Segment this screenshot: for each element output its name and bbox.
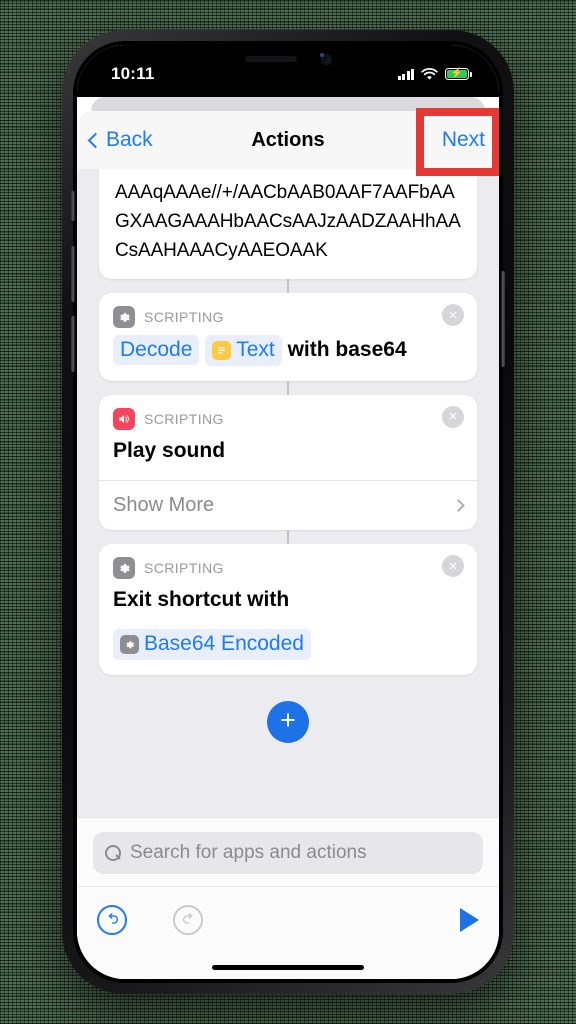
power-button[interactable] bbox=[501, 271, 505, 367]
actions-editor-content: AAFSAAH9AAF4AAKYAACcAAHsAAAIAAAqAAAe//+/… bbox=[77, 169, 499, 979]
action-card-decode[interactable]: SCRIPTING × Decode Text with base64 bbox=[99, 293, 477, 381]
text-content-card[interactable]: AAFSAAH9AAF4AAKYAACcAAHsAAAIAAAqAAAe//+/… bbox=[99, 169, 477, 279]
action-connector-line bbox=[287, 530, 289, 545]
play-triangle-icon[interactable] bbox=[460, 907, 479, 932]
wifi-icon bbox=[421, 67, 438, 80]
action-category-label: SCRIPTING bbox=[144, 560, 224, 577]
gear-icon bbox=[120, 635, 139, 655]
chevron-left-icon bbox=[87, 132, 104, 148]
device-bezel: 10:11 ⚡ Back Actions Next AAAqAAAe//+/AA… bbox=[71, 41, 505, 983]
show-more-button[interactable]: Show More bbox=[99, 481, 477, 530]
navigation-bar: Back Actions Next bbox=[77, 108, 499, 176]
redo-arrow-icon bbox=[173, 904, 203, 935]
device-notch bbox=[208, 45, 368, 73]
speaker-wave-icon bbox=[113, 407, 135, 430]
action-variable-row: Base64 Encoded bbox=[99, 629, 477, 674]
action-header: SCRIPTING × bbox=[99, 544, 477, 580]
volume-up-button[interactable] bbox=[71, 246, 75, 302]
with-base64-label: with base64 bbox=[287, 338, 407, 361]
back-button[interactable]: Back bbox=[87, 128, 153, 152]
remove-action-button[interactable]: × bbox=[442, 304, 464, 326]
volume-down-button[interactable] bbox=[71, 316, 75, 372]
action-category-label: SCRIPTING bbox=[144, 410, 224, 427]
search-icon bbox=[105, 845, 121, 861]
decode-label: Decode bbox=[120, 338, 193, 361]
action-title-row: Decode Text with base64 bbox=[99, 328, 477, 381]
back-button-label: Back bbox=[106, 128, 153, 151]
search-container: Search for apps and actions bbox=[77, 818, 499, 886]
action-connector-line bbox=[287, 380, 289, 395]
next-button-container: Next bbox=[415, 108, 499, 176]
add-action-button[interactable]: + bbox=[267, 700, 309, 743]
action-card-play-sound[interactable]: SCRIPTING × Play sound Show More bbox=[99, 394, 477, 531]
search-placeholder: Search for apps and actions bbox=[130, 842, 367, 863]
silent-switch[interactable] bbox=[71, 191, 75, 221]
close-icon: × bbox=[448, 408, 458, 426]
action-header: SCRIPTING × bbox=[99, 395, 477, 430]
battery-charging-icon: ⚡ bbox=[445, 68, 472, 80]
base64-encoded-variable-pill[interactable]: Base64 Encoded bbox=[113, 629, 311, 660]
close-icon: × bbox=[448, 306, 458, 324]
action-category-label: SCRIPTING bbox=[144, 309, 224, 325]
iphone-device-frame: 10:11 ⚡ Back Actions Next AAAqAAAe//+/AA… bbox=[62, 30, 514, 994]
action-title: Play sound bbox=[113, 438, 226, 462]
status-bar-clock: 10:11 bbox=[111, 64, 155, 83]
decode-parameter-pill[interactable]: Decode bbox=[113, 335, 200, 366]
add-action-row: + bbox=[99, 700, 477, 743]
front-camera bbox=[320, 53, 332, 65]
actions-scroll-area[interactable]: AAFSAAH9AAF4AAKYAACcAAHsAAAIAAAqAAAe//+/… bbox=[77, 169, 499, 817]
action-card-exit-shortcut[interactable]: SCRIPTING × Exit shortcut with Base64 En… bbox=[99, 544, 477, 675]
remove-action-button[interactable]: × bbox=[442, 405, 464, 428]
gear-icon bbox=[113, 557, 135, 580]
action-connector-line bbox=[287, 279, 289, 293]
text-variable-label: Text bbox=[236, 338, 275, 362]
undo-arrow-icon[interactable] bbox=[97, 904, 127, 935]
bottom-toolbar: Search for apps and actions bbox=[77, 817, 499, 979]
next-button[interactable]: Next bbox=[432, 122, 499, 158]
gear-icon bbox=[113, 306, 135, 328]
remove-action-button[interactable]: × bbox=[442, 555, 464, 578]
search-input[interactable]: Search for apps and actions bbox=[93, 832, 483, 874]
chevron-right-icon bbox=[452, 499, 465, 512]
earpiece-speaker bbox=[244, 56, 297, 62]
status-bar-indicators: ⚡ bbox=[397, 62, 472, 81]
action-title: Exit shortcut with bbox=[113, 588, 290, 612]
device-screen: 10:11 ⚡ Back Actions Next AAAqAAAe//+/AA… bbox=[77, 45, 499, 979]
text-variable-pill[interactable]: Text bbox=[205, 335, 282, 366]
base64-encoded-label: Base64 Encoded bbox=[144, 632, 304, 656]
home-indicator bbox=[212, 965, 364, 970]
editor-toolbar bbox=[77, 886, 499, 944]
action-header: SCRIPTING × bbox=[99, 293, 477, 328]
cellular-signal-icon bbox=[397, 68, 414, 80]
text-document-icon bbox=[212, 341, 232, 360]
show-more-label: Show More bbox=[113, 494, 215, 517]
base64-text-value: AAFSAAH9AAF4AAKYAACcAAHsAAAIAAAqAAAe//+/… bbox=[115, 169, 461, 261]
close-icon: × bbox=[448, 557, 458, 575]
